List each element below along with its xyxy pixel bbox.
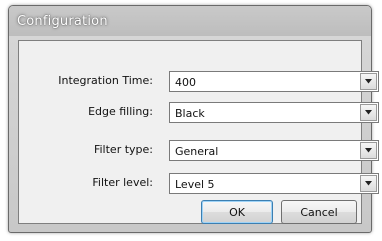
filter-type-dropdown[interactable]: General <box>169 140 379 161</box>
edge-filling-dropdown[interactable]: Black <box>169 102 379 123</box>
edge-filling-label: Edge filling: <box>88 105 153 118</box>
filter-level-label: Filter level: <box>92 176 153 189</box>
filter-level-dropdown[interactable]: Level 5 <box>169 173 379 194</box>
filter-type-label: Filter type: <box>93 143 153 156</box>
filter-type-value: General <box>175 145 219 158</box>
integration-time-dropdown-button[interactable] <box>360 73 377 90</box>
ok-button[interactable]: OK <box>201 200 273 224</box>
filter-level-dropdown-button[interactable] <box>360 175 377 192</box>
integration-time-label: Integration Time: <box>58 74 153 87</box>
chevron-down-icon <box>365 181 372 186</box>
edge-filling-dropdown-button[interactable] <box>360 104 377 121</box>
chevron-down-icon <box>365 110 372 115</box>
integration-time-dropdown[interactable]: 400 <box>169 71 379 92</box>
chevron-down-icon <box>365 79 372 84</box>
cancel-button[interactable]: Cancel <box>281 200 357 224</box>
title-bar[interactable]: Configuration <box>9 6 371 36</box>
chevron-down-icon <box>365 148 372 153</box>
edge-filling-value: Black <box>175 107 205 120</box>
integration-time-value: 400 <box>175 76 196 89</box>
configuration-dialog: Configuration Integration Time: 400 Edge… <box>8 5 379 233</box>
filter-level-value: Level 5 <box>175 178 215 191</box>
dialog-body: Integration Time: 400 Edge filling: Blac… <box>18 40 379 224</box>
dialog-title: Configuration <box>17 14 108 29</box>
filter-type-dropdown-button[interactable] <box>360 142 377 159</box>
